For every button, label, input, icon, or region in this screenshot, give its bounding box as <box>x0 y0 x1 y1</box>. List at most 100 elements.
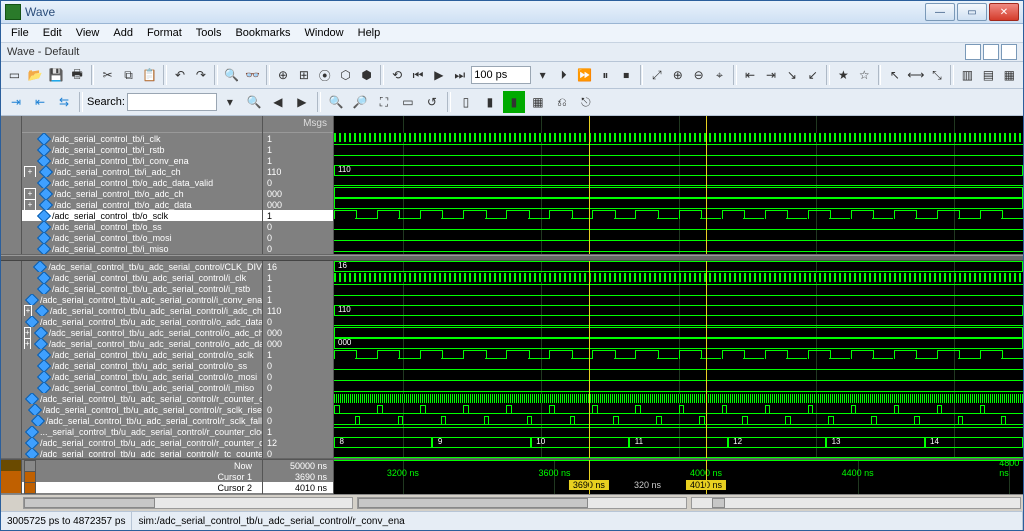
bookmark-add-icon[interactable]: ★ <box>834 64 853 86</box>
show-drivers-icon[interactable]: ⇆ <box>53 91 75 113</box>
waveform-lane[interactable]: 110 <box>334 305 1023 316</box>
zoom-in-time-icon[interactable]: ⊕ <box>668 64 687 86</box>
time-ruler[interactable]: 3200 ns3600 ns4000 ns4400 ns4800 ns3690 … <box>334 460 1023 494</box>
waveform-lane[interactable] <box>334 176 1023 187</box>
radix-icon[interactable]: ⬡ <box>336 64 355 86</box>
menu-help[interactable]: Help <box>352 25 387 41</box>
signal-name-row[interactable]: /adc_serial_control_tb/u_adc_serial_cont… <box>22 316 262 327</box>
waveform-lane[interactable] <box>334 283 1023 294</box>
combine-icon[interactable]: ⬢ <box>357 64 376 86</box>
waveform-lane[interactable] <box>334 382 1023 393</box>
search-dropdown-icon[interactable]: ▾ <box>219 91 241 113</box>
signal-name-row[interactable]: +/adc_serial_control_tb/u_adc_serial_con… <box>22 305 262 316</box>
signal-name-row[interactable]: /adc_serial_control_tb/u_adc_serial_cont… <box>22 393 262 404</box>
find-icon[interactable]: 🔍 <box>222 64 241 86</box>
open-icon[interactable]: 📂 <box>26 64 45 86</box>
signal-name-row[interactable]: +/adc_serial_control_tb/u_adc_serial_con… <box>22 338 262 349</box>
cursor-2[interactable] <box>706 116 707 254</box>
toggle-leaf-icon[interactable]: ⎌ <box>551 91 573 113</box>
waveform-lane[interactable] <box>334 371 1023 382</box>
next-edge-icon[interactable]: ⇥ <box>762 64 781 86</box>
cursor1-label[interactable]: Cursor 1 <box>22 471 262 482</box>
zoom-last-icon[interactable]: ↺ <box>421 91 443 113</box>
waveform-lane[interactable]: 891011121314 <box>334 437 1023 448</box>
paste-icon[interactable]: 📋 <box>140 64 159 86</box>
layout-a-icon[interactable]: ▥ <box>958 64 977 86</box>
copy-icon[interactable]: ⧉ <box>119 64 138 86</box>
menu-file[interactable]: File <box>5 25 35 41</box>
new-icon[interactable]: ▭ <box>5 64 24 86</box>
toggle-wave-icon[interactable]: ▮ <box>503 91 525 113</box>
print-icon[interactable]: 🖶 <box>68 64 87 86</box>
signal-name-row[interactable]: /adc_serial_control_tb/i_clk <box>22 133 262 144</box>
waveform-lane[interactable] <box>334 415 1023 426</box>
signal-name-row[interactable]: ..._serial_control_tb/u_adc_serial_contr… <box>22 426 262 437</box>
signal-values-col-2[interactable]: 1611111000000001000001120101 <box>263 261 334 458</box>
toggle-values-icon[interactable]: ▮ <box>479 91 501 113</box>
prev-falling-icon[interactable]: ↘ <box>782 64 801 86</box>
restart-icon[interactable]: ⟲ <box>388 64 407 86</box>
signal-values-col-1[interactable]: Msgs 11111000000001000 <box>263 116 334 254</box>
cursor-1b[interactable] <box>589 261 590 458</box>
signal-name-row[interactable]: /adc_serial_control_tb/u_adc_serial_cont… <box>22 371 262 382</box>
run-length-input[interactable] <box>471 66 531 84</box>
signal-name-row[interactable]: /adc_serial_control_tb/u_adc_serial_cont… <box>22 415 262 426</box>
zoom-in-icon[interactable]: 🔍 <box>325 91 347 113</box>
next-falling-icon[interactable]: ↙ <box>803 64 822 86</box>
waveform-lane[interactable] <box>334 132 1023 143</box>
waveform-lane[interactable] <box>334 220 1023 231</box>
expand-icon[interactable]: + <box>24 166 36 177</box>
waveform-pane-1[interactable]: 110 <box>334 116 1023 254</box>
step-back-icon[interactable]: ⏮ <box>409 64 428 86</box>
signal-name-row[interactable]: /adc_serial_control_tb/o_mosi <box>22 232 262 243</box>
continue-icon[interactable]: ⏩ <box>575 64 594 86</box>
signal-name-row[interactable]: /adc_serial_control_tb/i_miso <box>22 243 262 254</box>
signal-name-row[interactable]: +/adc_serial_control_tb/u_adc_serial_con… <box>22 327 262 338</box>
waveform-lane[interactable]: 110 <box>334 165 1023 176</box>
waveform-lane[interactable] <box>334 154 1023 165</box>
prev-edge-icon[interactable]: ⇤ <box>741 64 760 86</box>
add-cursor-icon[interactable]: ⊞ <box>294 64 313 86</box>
zoom-region-icon[interactable]: ▭ <box>397 91 419 113</box>
bookmark-prev-icon[interactable]: ☆ <box>855 64 874 86</box>
waveform-lane[interactable] <box>334 426 1023 437</box>
search-prev-icon[interactable]: ◀ <box>267 91 289 113</box>
waveform-lane[interactable] <box>334 143 1023 154</box>
binoc-icon[interactable]: 👓 <box>243 64 262 86</box>
signal-name-row[interactable]: /adc_serial_control_tb/o_sclk <box>22 210 262 221</box>
signal-name-row[interactable]: /adc_serial_control_tb/u_adc_serial_cont… <box>22 382 262 393</box>
break-icon[interactable]: ⏸ <box>596 64 615 86</box>
signal-name-row[interactable]: /adc_serial_control_tb/i_rstb <box>22 144 262 155</box>
stop-icon[interactable]: ⏹ <box>617 64 636 86</box>
waveform-lane[interactable] <box>334 360 1023 371</box>
cursor-1[interactable] <box>589 116 590 254</box>
waveform-lane[interactable] <box>334 209 1023 220</box>
expand-icon[interactable]: + <box>24 188 36 199</box>
close-panel-icon[interactable] <box>1001 44 1017 60</box>
signal-names-col-1[interactable]: /adc_serial_control_tb/i_clk/adc_serial_… <box>22 116 263 254</box>
waveform-lane[interactable] <box>334 294 1023 305</box>
menu-bookmarks[interactable]: Bookmarks <box>229 25 296 41</box>
menu-view[interactable]: View <box>70 25 106 41</box>
maximize-button[interactable]: ▭ <box>957 3 987 21</box>
signal-name-row[interactable]: /adc_serial_control_tb/u_adc_serial_cont… <box>22 272 262 283</box>
waveform-lane[interactable] <box>334 272 1023 283</box>
cut-icon[interactable]: ✂ <box>98 64 117 86</box>
signal-name-row[interactable]: +/adc_serial_control_tb/i_adc_ch <box>22 166 262 177</box>
signal-name-row[interactable]: /adc_serial_control_tb/u_adc_serial_cont… <box>22 448 262 458</box>
search-next-icon[interactable]: ▶ <box>291 91 313 113</box>
toggle-grid-icon[interactable]: ▦ <box>527 91 549 113</box>
waveform-lane[interactable] <box>334 404 1023 415</box>
signal-name-row[interactable]: /adc_serial_control_tb/u_adc_serial_cont… <box>22 360 262 371</box>
undo-icon[interactable]: ↶ <box>171 64 190 86</box>
menu-format[interactable]: Format <box>141 25 188 41</box>
run-icon[interactable]: ▶ <box>429 64 448 86</box>
menu-tools[interactable]: Tools <box>190 25 228 41</box>
waveform-lane[interactable]: 000 <box>334 338 1023 349</box>
measure-icon[interactable]: ⟷ <box>906 64 925 86</box>
select-icon[interactable]: ↖ <box>885 64 904 86</box>
zoom-out-icon[interactable]: 🔎 <box>349 91 371 113</box>
run-length-unit-dropdown[interactable]: ▾ <box>533 64 552 86</box>
waveform-lane[interactable]: 16 <box>334 261 1023 272</box>
search-input[interactable] <box>127 93 217 111</box>
